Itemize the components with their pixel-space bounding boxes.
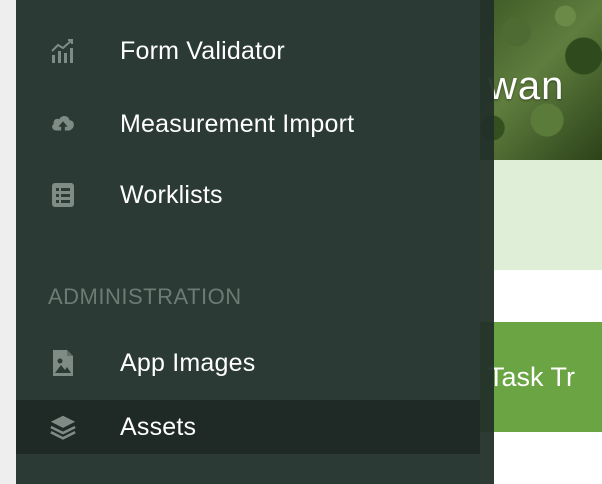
sidebar-item-label: Assets [120,412,197,441]
sidebar-item-label: Form Validator [120,36,285,65]
info-band [480,160,602,270]
content-bottom [480,432,602,484]
sidebar-item-form-validator[interactable]: Form Validator [16,24,480,78]
image-file-icon [50,350,76,376]
page-gutter [0,0,16,484]
layers-icon [50,414,76,440]
section-header-administration: ADMINISTRATION [48,284,242,309]
cloud-upload-icon [50,111,76,137]
sidebar-nav: Form Validator Measurement Import Workli… [16,0,480,484]
background-content: wan Task Tr [480,0,602,484]
sidebar-scrollbar[interactable] [480,0,494,484]
sidebar-item-assets[interactable]: Assets [16,400,480,454]
sidebar-item-label: Worklists [120,180,223,209]
header-title: wan [488,64,565,108]
header-banner-image: wan [480,0,602,160]
sidebar-item-app-images[interactable]: App Images [16,336,480,390]
sidebar-item-label: App Images [120,348,256,377]
sidebar-item-worklists[interactable]: Worklists [16,168,480,222]
list-icon [50,182,76,208]
chart-bars-icon [50,38,76,64]
sidebar-item-label: Measurement Import [120,109,355,138]
sidebar-item-measurement-import[interactable]: Measurement Import [16,97,480,151]
task-tile[interactable]: Task Tr [480,322,602,432]
task-tile-label: Task Tr [488,362,576,392]
content-gap [480,270,602,322]
